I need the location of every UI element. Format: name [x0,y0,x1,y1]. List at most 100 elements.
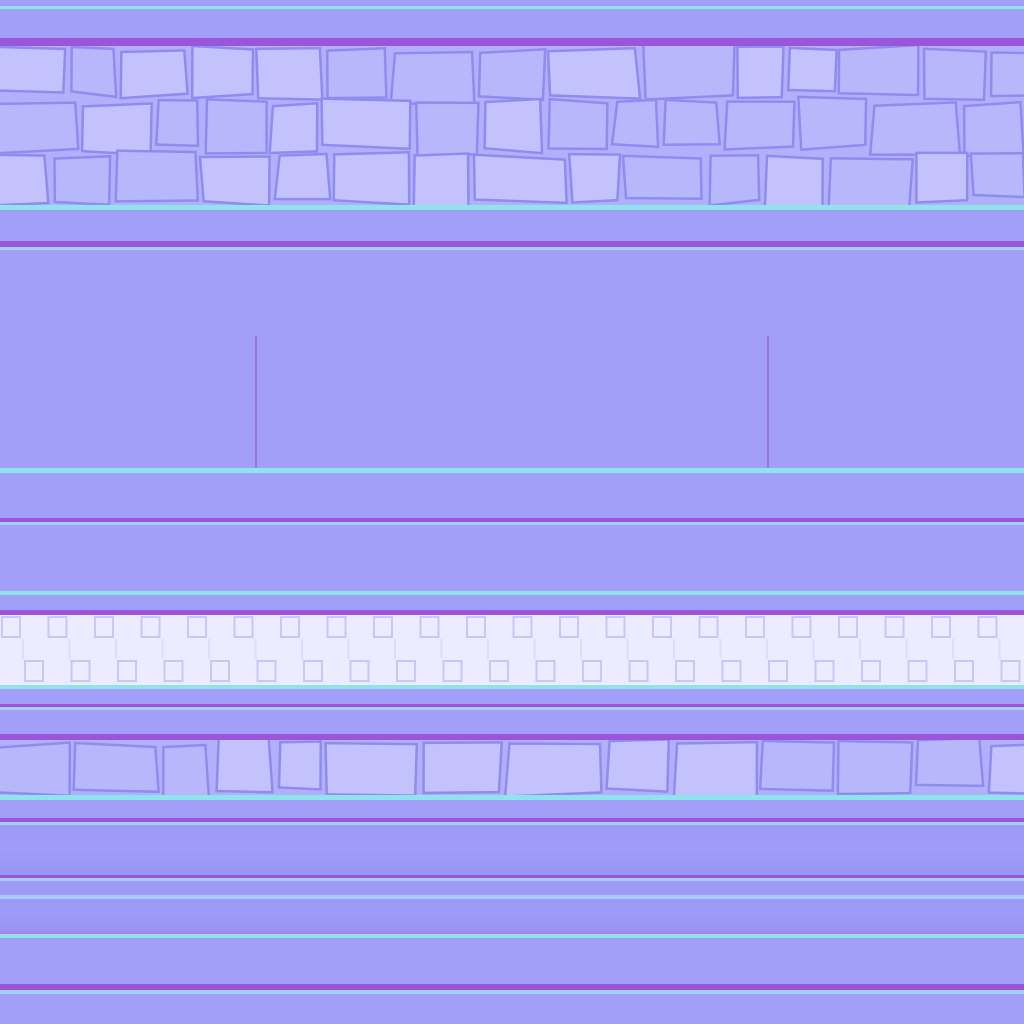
tile [884,616,905,638]
tile [559,616,579,638]
stone [190,46,255,100]
stone-pattern-large [0,46,1024,206]
stone [708,153,761,206]
bottom-strip-lower-edge [0,990,1024,994]
strip-edge-5 [0,591,1024,595]
tile [24,660,44,682]
stone [389,50,476,107]
stone [922,47,988,102]
stone [546,46,642,100]
stone [80,102,153,157]
stone [119,49,189,100]
stone [414,101,480,158]
stone [969,151,1024,199]
tile [256,660,277,682]
stone [723,100,796,151]
stone [215,740,274,794]
stone [114,149,200,203]
stone [547,97,609,151]
stone [989,51,1024,98]
stone [610,98,660,149]
normal-map-texture [0,0,1024,1024]
stone [198,155,271,206]
strip-edge-7 [0,707,1024,710]
tile [1000,660,1021,682]
stone [837,46,920,97]
tile [489,660,509,682]
stone [277,740,323,791]
tile [280,616,300,638]
stone [763,154,824,206]
stone [827,156,915,206]
tile [396,660,416,682]
stone [642,46,736,101]
top-strip [0,0,1024,46]
tile [861,660,881,682]
tile-band-lower-edge [0,685,1024,689]
stone [273,152,332,201]
tile [466,616,486,638]
tile [140,616,161,638]
stone [786,46,838,93]
stone [154,98,200,148]
stone-band-large [0,46,1024,206]
brushed-band-1 [0,825,1024,875]
tile [47,616,68,638]
tile [349,660,370,682]
tile-pattern [1,616,1021,682]
tile [652,616,672,638]
stone [162,743,211,795]
strip-edge-4 [0,522,1024,525]
tile [698,616,719,638]
tile [628,660,649,682]
stone [503,742,603,795]
stone [53,155,112,206]
tile [791,616,812,638]
stone [325,46,388,100]
stone [736,46,785,100]
tile [675,660,695,682]
brushed-band-2 [0,881,1024,895]
tile [768,660,788,682]
tile [419,616,440,638]
tile [582,660,602,682]
tile [535,660,556,682]
tile [94,616,114,638]
stone [567,152,622,204]
stone [0,153,50,206]
stone [915,151,969,204]
stone [268,101,319,155]
tile [745,616,765,638]
stone [320,97,412,151]
tile [838,616,858,638]
stone [254,46,324,101]
tile [931,616,951,638]
stone [0,101,80,155]
stone [605,740,671,793]
brushed-band-3 [0,899,1024,931]
stone [324,741,419,795]
tile [721,660,742,682]
stone [332,150,411,206]
tile [326,616,347,638]
tile [954,660,974,682]
stone-band-large-lower-edge [0,205,1024,210]
stone [0,741,72,795]
stone [836,740,914,795]
tile [373,616,393,638]
tile [442,660,463,682]
stone [962,100,1024,158]
tile [1,616,21,638]
stone [0,46,67,94]
tile [117,660,137,682]
stone [987,743,1024,795]
tile [210,660,230,682]
stone [204,98,268,155]
tile [233,616,254,638]
stone [868,101,962,156]
plain-panel [0,250,1024,468]
stone [483,97,544,155]
panel-groove-right [767,336,769,468]
panel-groove-left [255,336,257,468]
tile [303,660,323,682]
